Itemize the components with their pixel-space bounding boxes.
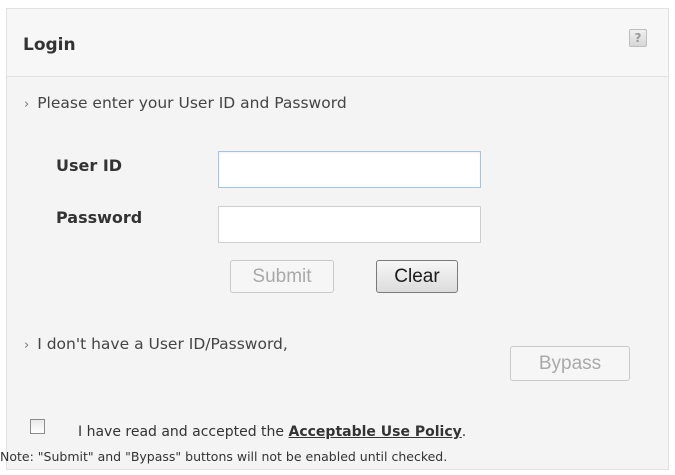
clear-button[interactable]: Clear	[376, 260, 458, 293]
chevron-right-icon: ›	[24, 97, 30, 112]
enter-credentials-text: Please enter your User ID and Password	[37, 94, 347, 112]
user-id-input[interactable]	[218, 151, 481, 188]
page-title: Login	[23, 35, 76, 55]
bypass-button[interactable]: Bypass	[510, 346, 630, 381]
acceptable-use-policy-link[interactable]: Acceptable Use Policy	[289, 424, 462, 440]
password-label: Password	[56, 208, 143, 227]
no-credentials-instruction: › I don't have a User ID/Password,	[24, 335, 288, 353]
submit-button[interactable]: Submit	[230, 260, 334, 293]
chevron-right-icon: ›	[24, 338, 30, 353]
policy-period: .	[461, 424, 467, 440]
password-input[interactable]	[218, 206, 481, 243]
enable-note: Note: "Submit" and "Bypass" buttons will…	[0, 449, 448, 464]
panel-header: Login ?	[7, 9, 668, 77]
enter-credentials-instruction: › Please enter your User ID and Password	[24, 94, 347, 112]
policy-text: I have read and accepted the	[78, 424, 289, 440]
policy-statement: I have read and accepted the Acceptable …	[78, 424, 466, 440]
no-credentials-text: I don't have a User ID/Password,	[37, 335, 288, 353]
help-icon[interactable]: ?	[629, 29, 647, 47]
policy-checkbox[interactable]	[30, 419, 45, 434]
user-id-label: User ID	[56, 156, 123, 175]
